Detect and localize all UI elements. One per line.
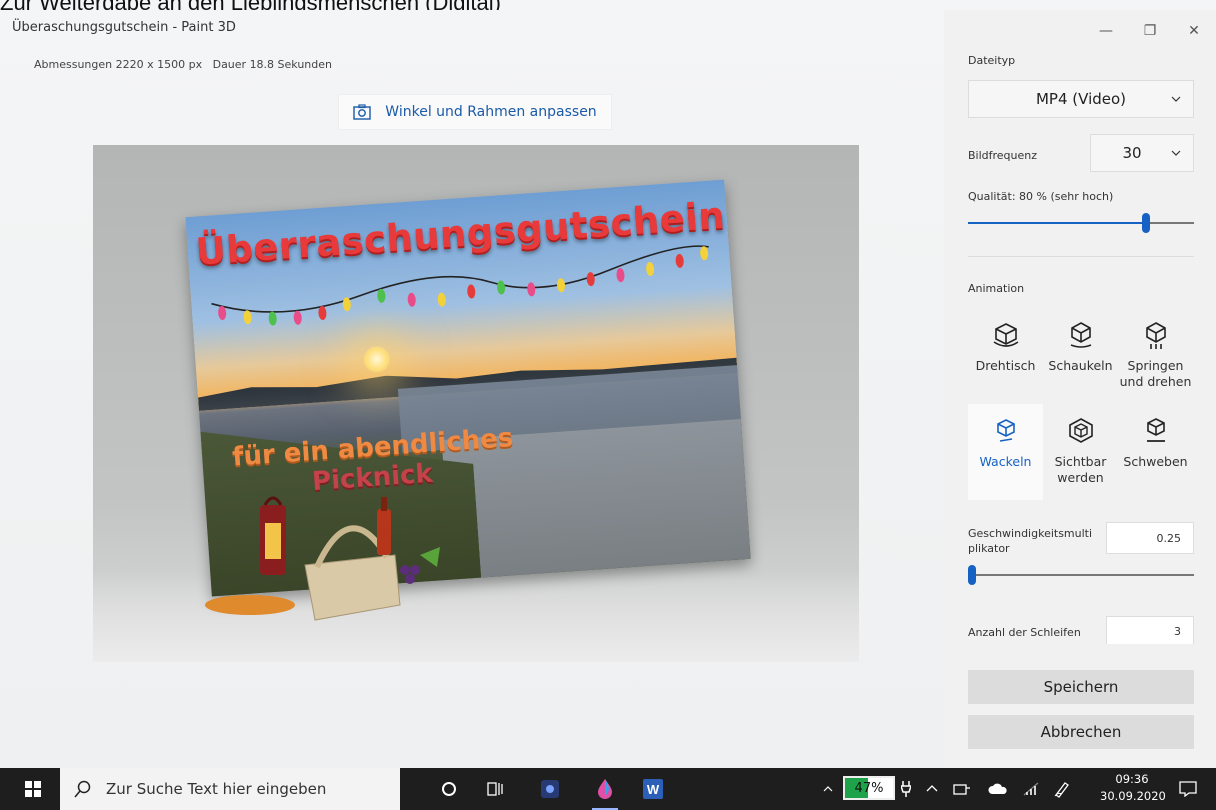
close-button[interactable]: ✕ [1172,18,1216,44]
taskbar-word[interactable]: W [640,768,666,810]
chevron-down-icon [1171,150,1181,156]
quality-label: Qualität: 80 % (sehr hoch) [968,190,1114,203]
search-icon [74,780,91,798]
framerate-dropdown[interactable]: 30 [1090,134,1194,172]
adjust-angle-frame-label: Winkel und Rahmen anpassen [385,104,597,120]
framerate-value: 30 [1122,144,1142,162]
animation-option-jump-spin[interactable]: Springen und drehen [1118,308,1193,404]
taskbar-paint3d[interactable] [592,768,618,810]
adjust-angle-frame-button[interactable]: Winkel und Rahmen anpassen [338,94,612,130]
notification-icon [1179,781,1197,797]
task-view-icon [487,782,503,796]
loops-input[interactable]: 3 [1106,616,1194,644]
picnic-objects [205,496,440,621]
animation-option-wobble[interactable]: Wackeln [968,404,1043,500]
lantern [260,496,286,575]
wifi-icon[interactable] [1020,768,1042,810]
battery-text: 47% [854,780,884,796]
clock[interactable]: 09:36 30.09.2020 [1100,771,1166,805]
plug-icon [898,768,914,810]
svg-text:W: W [647,782,660,797]
word-icon: W [643,779,663,799]
animation-label-wobble: Wackeln [979,454,1032,469]
animation-label-turntable: Drehtisch [975,358,1036,373]
animation-option-turntable[interactable]: Drehtisch [968,308,1043,404]
sun [362,345,391,374]
rock-icon [1070,322,1091,348]
animation-option-rock[interactable]: Schaukeln [1043,308,1118,404]
taskbar-app-1[interactable] [538,768,562,810]
quality-fill [968,222,1146,224]
search-placeholder: Zur Suche Text hier eingeben [106,780,327,798]
app-icon [541,780,559,798]
export-panel: — ❐ ✕ Dateityp MP4 (Video) Bildfrequenz … [944,10,1216,768]
animation-label-rock: Schaukeln [1048,358,1113,373]
clock-date: 30.09.2020 [1100,789,1166,803]
window-title: Überaschungsgutschein - Paint 3D [12,20,236,35]
maximize-button[interactable]: ❐ [1128,18,1172,44]
speed-label: Geschwindigkeitsmulti plikator [968,527,1093,555]
bottle [377,497,391,555]
filetype-dropdown[interactable]: MP4 (Video) [968,80,1194,118]
framerate-label: Bildfrequenz [968,149,1038,162]
loops-row: Anzahl der Schleifen 3 [944,610,1216,644]
animation-label-jump-spin: Springen und drehen [1119,358,1192,389]
loops-label: Anzahl der Schleifen [968,626,1081,639]
duration-text: Dauer 18.8 Sekunden [212,58,332,71]
animation-label-float: Schweben [1123,454,1188,469]
image-info: Abmessungen 2220 x 1500 px Dauer 18.8 Se… [34,58,332,71]
network-icon[interactable] [950,768,974,810]
appear-icon [1068,418,1093,443]
wobble-icon [996,419,1015,442]
cortana-icon [442,782,456,796]
window-controls: — ❐ ✕ [1084,18,1216,44]
windows-icon [25,781,41,797]
taskbar-search[interactable]: Zur Suche Text hier eingeben [60,768,400,810]
paint-3d-icon [598,779,612,799]
cancel-button[interactable]: Abbrechen [968,715,1194,749]
float-icon [1146,418,1165,442]
grapes [400,547,440,584]
start-button[interactable] [18,768,48,810]
dimensions-text: Abmessungen 2220 x 1500 px [34,58,203,71]
speed-input[interactable]: 0.25 [1106,522,1194,554]
divider [968,256,1194,257]
camera-icon [353,104,371,120]
battery-indicator[interactable]: 47% [843,776,895,800]
animation-label: Animation [968,282,1025,295]
clock-time: 09:36 [1115,772,1149,786]
tray-chevron-up-icon[interactable] [922,768,942,810]
speed-slider[interactable] [968,565,1194,585]
speed-track [968,574,1194,576]
jump-spin-icon [1145,322,1166,349]
animation-options: Drehtisch Schaukeln Springen und drehen … [968,308,1194,500]
turntable-icon [993,323,1018,347]
speed-thumb[interactable] [968,565,976,585]
save-button[interactable]: Speichern [968,670,1194,704]
chevron-up-icon [823,786,833,792]
minimize-button[interactable]: — [1084,18,1128,44]
animation-option-float[interactable]: Schweben [1118,404,1193,500]
filetype-value: MP4 (Video) [1035,90,1127,108]
onedrive-icon[interactable] [986,768,1010,810]
chevron-down-icon [1171,96,1181,102]
animation-label-appear: Sichtbar werden [1054,454,1107,485]
show-hidden-icons-button[interactable] [820,768,836,810]
bread [205,595,295,615]
pen-icon[interactable] [1050,768,1074,810]
animation-option-appear[interactable]: Sichtbar werden [1043,404,1118,500]
filetype-label: Dateityp [968,54,1016,67]
quality-thumb[interactable] [1142,213,1150,233]
task-view-button[interactable] [482,768,508,810]
cortana-button[interactable] [436,768,462,810]
notification-center-button[interactable] [1176,768,1200,810]
quality-slider[interactable] [968,213,1194,233]
taskbar: Zur Suche Text hier eingeben W 47% 09:36 [0,768,1216,810]
